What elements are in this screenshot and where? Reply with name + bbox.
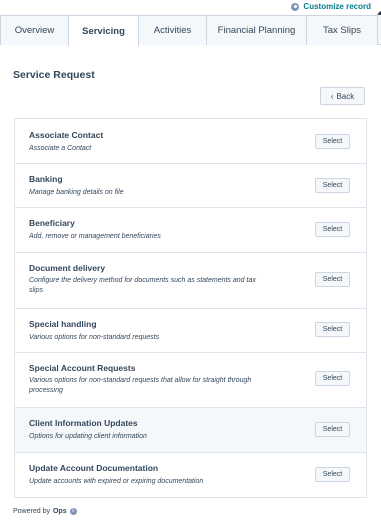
request-title: Special Account Requests xyxy=(29,363,136,373)
select-button[interactable]: Select xyxy=(315,222,350,237)
tab-servicing[interactable]: Servicing xyxy=(68,15,139,46)
top-bar: Customize record xyxy=(0,0,381,25)
back-button[interactable]: ‹ Back xyxy=(320,87,365,105)
tab-activities[interactable]: Activities xyxy=(138,15,207,45)
request-description: Update accounts with expired or expiring… xyxy=(29,478,204,485)
request-title: Update Account Documentation xyxy=(29,463,159,473)
list-item: Associate Contact Associate a Contact Se… xyxy=(15,119,366,164)
brand-name: Ops xyxy=(52,508,67,515)
request-description: Options for updating client information xyxy=(29,433,147,440)
request-title: Special handling xyxy=(29,319,97,329)
request-title: Beneficiary xyxy=(29,218,75,228)
request-title: Client Information Updates xyxy=(29,418,138,428)
request-title: Banking xyxy=(29,174,63,184)
powered-by-label: Powered by xyxy=(13,508,50,515)
tab-financial-planning[interactable]: Financial Planning xyxy=(206,15,307,45)
info-icon[interactable]: i xyxy=(69,508,77,515)
list-item: Special handling Various options for non… xyxy=(15,309,366,353)
gear-icon xyxy=(291,2,300,11)
select-button[interactable]: Select xyxy=(315,322,350,337)
request-description: Add, remove or management beneficiaries xyxy=(29,233,161,240)
service-request-list: Associate Contact Associate a Contact Se… xyxy=(14,118,367,498)
list-item: Document delivery Configure the delivery… xyxy=(15,253,366,309)
select-button[interactable]: Select xyxy=(315,272,350,287)
select-button[interactable]: Select xyxy=(315,467,350,482)
request-description: Configure the delivery method for docume… xyxy=(29,277,256,294)
request-description: Associate a Contact xyxy=(29,145,92,152)
select-button[interactable]: Select xyxy=(315,422,350,437)
record-tabs: Overview Servicing Activities Financial … xyxy=(0,15,381,46)
list-item: Beneficiary Add, remove or management be… xyxy=(15,208,366,253)
back-button-label: Back xyxy=(336,91,355,101)
customize-record-link[interactable]: Customize record xyxy=(291,2,371,11)
request-description: Various options for non-standard request… xyxy=(29,377,252,394)
request-description: Manage banking details on file xyxy=(29,189,124,196)
list-item: Client Information Updates Options for u… xyxy=(15,408,366,453)
page-title: Service Request xyxy=(13,69,95,81)
chevron-left-icon: ‹ xyxy=(330,91,334,101)
request-title: Associate Contact xyxy=(29,130,104,140)
tab-overview[interactable]: Overview xyxy=(0,15,69,45)
request-description: Various options for non-standard request… xyxy=(29,334,160,341)
select-button[interactable]: Select xyxy=(315,371,350,386)
request-title: Document delivery xyxy=(29,263,106,273)
tab-tax-slips[interactable]: Tax Slips xyxy=(306,15,378,45)
select-button[interactable]: Select xyxy=(315,134,350,149)
customize-record-label: Customize record xyxy=(303,2,371,11)
list-item: Update Account Documentation Update acco… xyxy=(15,453,366,497)
select-button[interactable]: Select xyxy=(315,178,350,193)
list-item: Special Account Requests Various options… xyxy=(15,353,366,408)
list-item: Banking Manage banking details on file S… xyxy=(15,164,366,208)
powered-by: Powered by Ops i xyxy=(13,508,77,515)
